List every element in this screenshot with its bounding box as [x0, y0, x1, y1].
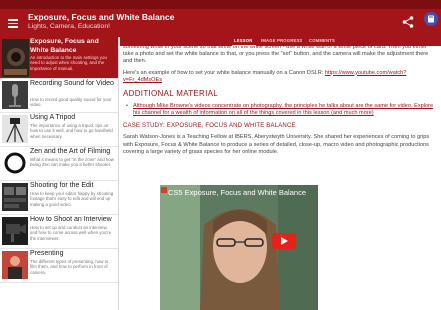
lesson-description: An introduction to the main settings you…: [30, 55, 107, 71]
lesson-sidebar: Exposure, Focus and White Balance An int…: [0, 37, 119, 310]
lesson-title: Shooting for the Edit: [30, 182, 94, 189]
app-subtitle: Lights, Camera, Education!: [28, 23, 110, 30]
lesson-thumbnail: [2, 39, 29, 77]
lesson-item-interview[interactable]: How to Shoot an Interview How to set up …: [0, 215, 118, 249]
lesson-item-exposure[interactable]: Exposure, Focus and White Balance An int…: [0, 37, 118, 79]
lesson-tabs: LESSON IMAGE PROGRESS COMMENTS: [120, 37, 441, 46]
lesson-description: The importance of using a tripod, tips o…: [30, 123, 113, 139]
paragraph-example: Here's an example of how to set your whi…: [123, 70, 438, 84]
example-text: Here's an example of how to set your whi…: [123, 69, 325, 76]
lesson-thumbnail: [2, 149, 28, 177]
lesson-title: Zen and the Art of Filming: [30, 148, 111, 155]
case-study-paragraph: Sarah Watson-Jones is a Teaching Fellow …: [123, 134, 430, 155]
lesson-thumbnail: [2, 81, 28, 109]
hamburger-menu-icon[interactable]: [6, 15, 22, 31]
case-study-heading: CASE STUDY: EXPOSURE, FOCUS AND WHITE BA…: [123, 123, 296, 130]
lesson-description: How to record good quality sound for you…: [30, 97, 112, 108]
lesson-item-presenting[interactable]: Presenting The different types of presen…: [0, 249, 118, 283]
additional-material-heading: ADDITIONAL MATERIAL: [123, 89, 219, 99]
lesson-thumbnail: [2, 115, 28, 143]
lesson-title: Recording Sound for Video: [30, 80, 114, 87]
channel-icon: [161, 187, 167, 193]
app-bar: Exposure, Focus and White Balance Lights…: [0, 9, 441, 37]
lesson-description: The different types of presenting, how t…: [30, 259, 109, 275]
tab-lesson[interactable]: LESSON: [234, 38, 252, 43]
lesson-description: How to keep your editor happy by shootin…: [30, 191, 114, 207]
tab-comments[interactable]: COMMENTS: [309, 38, 335, 43]
lesson-title: Exposure, Focus and White Balance: [30, 38, 99, 54]
floating-action-button[interactable]: [424, 12, 438, 26]
status-bar: [0, 0, 441, 9]
additional-material-link[interactable]: Although Mike Browne's videos concentrat…: [123, 103, 438, 117]
lesson-thumbnail: [2, 183, 28, 211]
lesson-title: Presenting: [30, 250, 64, 257]
lesson-thumbnail: [2, 251, 28, 279]
video-title: CS5 Exposure, Focus and White Balance: [168, 188, 306, 197]
lesson-item-edit[interactable]: Shooting for the Edit How to keep your e…: [0, 181, 118, 215]
embedded-video[interactable]: CS5 Exposure, Focus and White Balance: [160, 185, 318, 310]
tab-image-progress[interactable]: IMAGE PROGRESS: [261, 38, 302, 43]
share-icon[interactable]: [401, 15, 415, 29]
lesson-item-sound[interactable]: Recording Sound for Video How to record …: [0, 79, 118, 113]
paragraph-white-balance: something white in your scene so that wh…: [123, 46, 429, 65]
lesson-description: How to set up and conduct an interview, …: [30, 225, 112, 241]
book-icon: [428, 15, 434, 23]
lesson-description: What it means to get "in the zone" and h…: [30, 157, 114, 168]
lesson-title: How to Shoot an Interview: [30, 216, 112, 223]
app-title: Exposure, Focus and White Balance: [28, 12, 175, 22]
youtube-play-icon[interactable]: [272, 233, 296, 249]
lesson-item-tripod[interactable]: Using A Tripod The importance of using a…: [0, 113, 118, 147]
lesson-thumbnail: [2, 217, 28, 245]
lesson-title: Using A Tripod: [30, 114, 76, 121]
lesson-item-zen[interactable]: Zen and the Art of Filming What it means…: [0, 147, 118, 181]
